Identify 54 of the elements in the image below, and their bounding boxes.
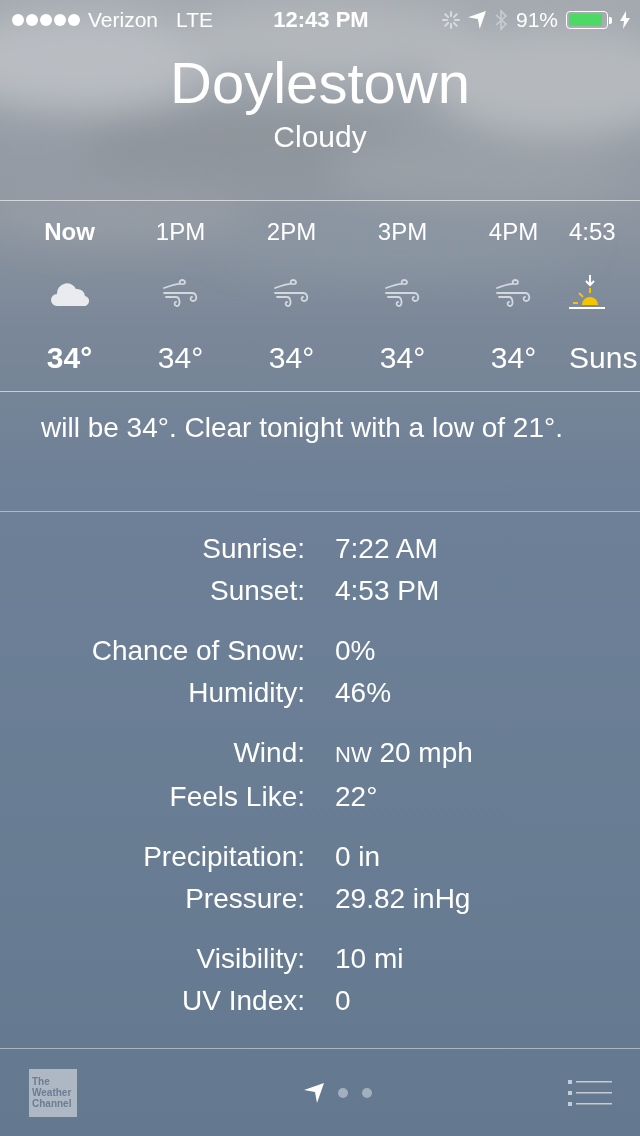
hour-label: 2PM [266, 217, 317, 247]
detail-value: 29.82 inHg [335, 882, 472, 916]
wind-icon [494, 278, 533, 308]
battery-icon [566, 11, 608, 29]
detail-label: Humidity: [187, 676, 305, 710]
detail-value: NW 20 mph [335, 736, 474, 770]
detail-label: Chance of Snow: [90, 634, 305, 668]
detail-value: 22° [335, 780, 379, 814]
page-dot[interactable] [337, 1087, 348, 1098]
carrier-name: Verizon [88, 8, 159, 32]
battery-percentage: 91% [516, 8, 558, 32]
detail-value: 0% [335, 634, 377, 668]
city-name: Doylestown [170, 49, 470, 117]
detail-label: Visibility: [195, 942, 305, 976]
hour-label: 4PM [488, 217, 539, 247]
wind-icon [383, 278, 422, 308]
detail-label: Precipitation: [142, 840, 305, 874]
detail-value: 4:53 PM [335, 574, 441, 608]
hour-temperature: 34° [379, 341, 426, 375]
page-dot[interactable] [361, 1087, 372, 1098]
hour-temperature: 34° [157, 341, 204, 375]
detail-label: Pressure: [184, 882, 305, 916]
detail-value: 10 mi [335, 942, 405, 976]
detail-value: 0 [335, 984, 352, 1018]
hour-label: 3PM [377, 217, 428, 247]
network-type: LTE [176, 8, 213, 32]
activity-spinner-icon [442, 11, 460, 29]
hour-label: Now [44, 217, 95, 247]
hour-label: 4:53 [569, 217, 616, 247]
forecast-summary: will be 34°. Clear tonight with a low of 21°. [41, 412, 563, 443]
hour-label: 1PM [155, 217, 206, 247]
detail-label: Sunset: [209, 574, 305, 608]
hour-temperature: 34° [268, 341, 315, 375]
detail-value: 46% [335, 676, 393, 710]
list-icon[interactable] [568, 1079, 612, 1106]
hour-temperature: 34° [46, 341, 93, 375]
detail-value: 7:22 AM [335, 532, 439, 566]
weather-condition: Cloudy [273, 119, 367, 155]
hour-temperature: 34° [490, 341, 537, 375]
detail-value: 0 in [335, 840, 382, 874]
wind-icon [161, 278, 200, 308]
detail-label: UV Index: [181, 984, 305, 1018]
weather-channel-logo[interactable]: The Weather Channel [29, 1068, 77, 1117]
wind-icon [272, 278, 311, 308]
location-arrow-icon[interactable] [303, 1082, 324, 1103]
hourly-forecast-strip[interactable]: Now 34° 1PM 34° 2PM 34° 3PM 34° 4PM 34° 4:53 Suns [0, 200, 640, 392]
detail-label: Wind: [232, 736, 305, 770]
location-arrow-icon [468, 11, 486, 29]
hour-temperature: Suns [569, 341, 638, 375]
cloud-icon [50, 280, 89, 306]
signal-strength-icon [12, 14, 80, 26]
detail-label: Feels Like: [168, 780, 305, 814]
status-time: 12:43 PM [273, 7, 369, 33]
detail-label: Sunrise: [201, 532, 305, 566]
